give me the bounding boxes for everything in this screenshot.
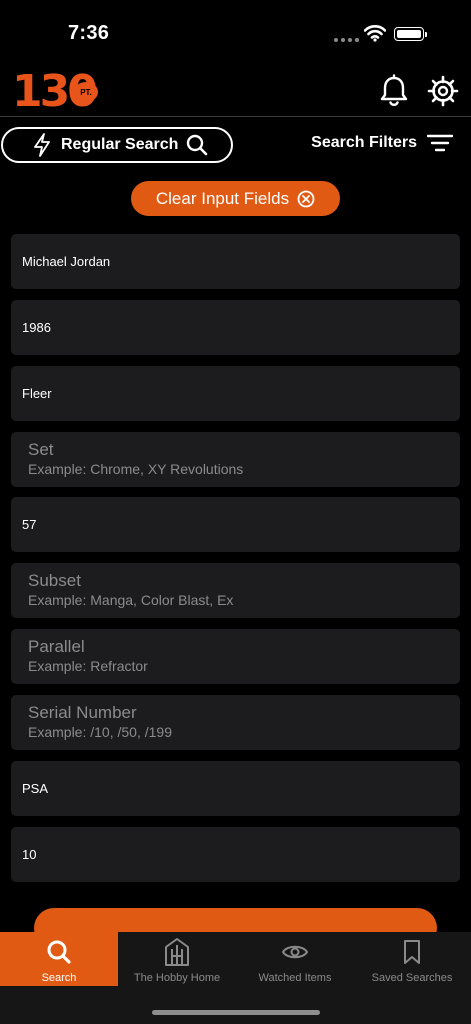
filter-lines-icon [427,134,453,152]
tab-label: The Hobby Home [133,972,221,984]
grade-field[interactable]: 10 [11,827,460,882]
status-bar: 7:36 [0,0,471,70]
field-placeholder-example: Example: Manga, Color Blast, Ex [28,592,234,608]
tab-search[interactable]: Search [0,932,118,986]
clear-input-fields-label: Clear Input Fields [155,188,290,208]
year-field[interactable]: 1986 [11,300,460,355]
field-placeholder-label: Serial Number [28,703,137,722]
status-time: 7:36 [68,22,110,44]
field-value: Fleer [22,386,52,401]
lightning-bolt-icon [34,133,50,157]
search-icon [47,940,71,964]
settings-gear-icon[interactable] [426,74,460,108]
search-filters-button[interactable]: Search Filters [311,134,453,152]
search-mode-row: Regular Search Search Filters [0,126,471,166]
field-value: 57 [22,517,37,532]
regular-search-button[interactable]: Regular Search [1,127,233,163]
search-filters-label: Search Filters [311,134,417,151]
tab-saved-searches[interactable]: Saved Searches [353,932,471,986]
cellular-signal-icon [334,38,359,42]
field-placeholder-example: Example: Refractor [28,658,148,674]
battery-icon [394,27,427,41]
grading-company-field[interactable]: PSA [11,761,460,816]
field-value: 1986 [22,320,51,335]
field-placeholder-label: Subset [28,571,81,590]
hobby-home-icon [165,938,189,966]
bookmark-icon [404,940,420,964]
field-placeholder-example: Example: /10, /50, /199 [28,724,172,740]
wifi-icon [364,25,386,42]
logo-badge: PT. [74,82,98,102]
eye-icon [281,945,309,959]
field-placeholder-label: Parallel [28,637,85,656]
home-indicator [152,1010,320,1015]
serial-number-field[interactable]: Serial Number Example: /10, /50, /199 [11,695,460,750]
notifications-bell-icon[interactable] [378,74,410,108]
tab-label: Watched Items [258,972,332,984]
field-value: 10 [22,847,37,862]
tab-label: Saved Searches [371,972,453,984]
tab-hobby-home[interactable]: The Hobby Home [118,932,236,986]
field-placeholder-example: Example: Chrome, XY Revolutions [28,461,244,477]
subset-field[interactable]: Subset Example: Manga, Color Blast, Ex [11,563,460,618]
app-header: 130 PT. [0,70,471,117]
parallel-field[interactable]: Parallel Example: Refractor [11,629,460,684]
tab-label: Search [41,972,77,984]
tab-watched-items[interactable]: Watched Items [236,932,354,986]
field-value: PSA [22,781,49,796]
field-value: Michael Jordan [22,254,111,269]
field-placeholder-label: Set [28,440,54,459]
magnifier-icon [187,134,208,156]
card-number-field[interactable]: 57 [11,497,460,552]
clear-input-fields-button[interactable]: Clear Input Fields [131,181,340,216]
player-name-field[interactable]: Michael Jordan [11,234,460,289]
close-circle-icon [297,190,315,207]
brand-field[interactable]: Fleer [11,366,460,421]
set-field[interactable]: Set Example: Chrome, XY Revolutions [11,432,460,487]
app-logo: 130 PT. [12,70,98,114]
regular-search-label: Regular Search [61,136,179,153]
